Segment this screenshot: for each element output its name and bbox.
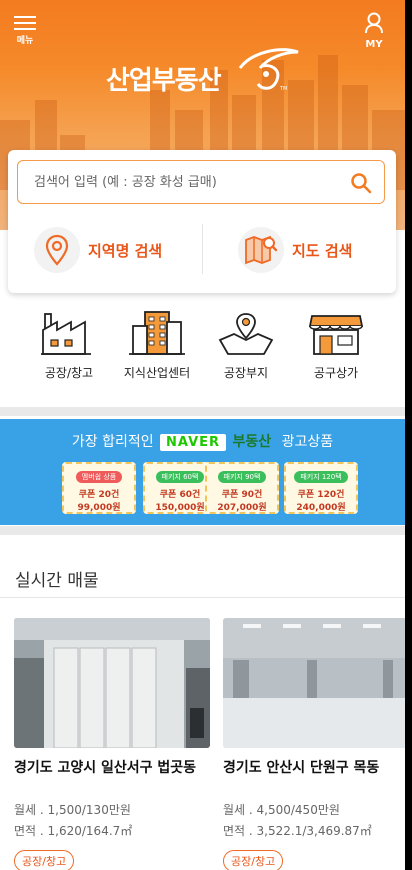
listing-category-chip: 공장/창고 [14,850,75,870]
coupon-card[interactable]: 멤버쉽 상품 쿠폰 20건 99,000원 [62,462,136,514]
coupon-count: 쿠폰 120건 [297,490,345,500]
coupon-tag: 패키지 60택 [155,471,205,483]
user-icon [365,12,383,34]
region-search-label: 지역명 검색 [88,241,163,260]
banner-headline: 가장 합리적인 NAVER 부동산 광고상품 [0,431,405,451]
search-box [17,160,385,204]
category-factory-land[interactable]: 공장부지 [196,310,296,381]
listing-area: 면적 . 3,522.1/3,469.87㎡ [223,824,372,838]
category-label: 공장부지 [223,366,269,380]
map-search-button[interactable]: 지도 검색 [238,224,352,276]
screen-edge [405,0,412,870]
region-search-button[interactable]: 지역명 검색 [34,224,162,276]
listing-rent: 월세 . 1,500/130만원 [14,803,131,817]
coupon-price: 240,000원 [296,503,346,513]
listing-category-chip: 공장/창고 [223,850,284,870]
search-icon[interactable] [350,172,372,194]
listing-title: 경기도 안산시 단원구 목동 [223,760,380,776]
divider [202,224,203,274]
category-label: 공구상가 [313,366,359,380]
search-card: 지역명 검색 지도 검색 [8,150,396,293]
naver-ad-banner[interactable]: 가장 합리적인 NAVER 부동산 광고상품 멤버쉽 상품 쿠폰 20건 99,… [0,419,405,525]
logo-text: 산업부동산 [106,66,222,96]
location-pin-icon [45,234,69,266]
menu-label: 메뉴 [16,36,34,46]
hamburger-icon [14,16,36,18]
listing-card[interactable]: 경기도 고양시 일산서구 법곳동 월세 . 1,500/130만원 면적 . 1… [14,618,210,870]
category-menu: 공장/창고 지식산업센터 공장부지 공구상가 [0,310,405,400]
logo-tm: TM [280,86,288,92]
listing-rent: 월세 . 4,500/450만원 [223,803,340,817]
category-factory-warehouse[interactable]: 공장/창고 [19,310,119,381]
category-tool-store[interactable]: 공구상가 [286,310,386,381]
category-label: 지식산업센터 [123,366,191,380]
coupon-tag: 패키지 90택 [217,471,267,483]
listing-card[interactable]: 경기도 안산시 단원구 목동 월세 . 4,500/450만원 면적 . 3,5… [223,618,412,870]
factory-icon [41,313,91,355]
my-page-button[interactable]: MY [361,12,387,50]
title-underline [0,597,405,598]
category-knowledge-industry-center[interactable]: 지식산업센터 [107,310,207,381]
coupon-card[interactable]: 패키지 90택 쿠폰 90건 207,000원 [205,462,279,514]
brand-logo[interactable]: 산업부동산 TM [106,46,306,98]
map-search-icon [245,235,278,265]
map-search-label: 지도 검색 [292,241,353,260]
section-divider [0,526,405,535]
section-divider [0,407,405,416]
coupon-count: 쿠폰 90건 [221,490,263,500]
my-label: MY [365,39,383,50]
store-icon [308,315,364,355]
land-map-icon [218,313,274,355]
banner-brand-sub: 부동산 [232,434,272,450]
building-icon [129,311,185,355]
coupon-price: 99,000원 [77,503,121,513]
menu-button[interactable]: 메뉴 [12,12,38,46]
listing-title: 경기도 고양시 일산서구 법곳동 [14,760,197,776]
logo-emblem-icon [238,48,299,90]
coupon-count: 쿠폰 20건 [78,490,120,500]
banner-suffix: 광고상품 [281,434,334,450]
listing-photo [223,618,412,748]
realtime-listings-title: 실시간 매물 [15,571,99,591]
listing-photo [14,618,210,748]
banner-prefix: 가장 합리적인 [71,434,154,450]
naver-logo: NAVER [160,434,227,451]
category-label: 공장/창고 [44,366,94,380]
coupon-tag: 패키지 120택 [294,471,348,483]
search-input[interactable] [34,171,334,193]
coupon-tag: 멤버쉽 상품 [75,471,123,483]
listing-area: 면적 . 1,620/164.7㎡ [14,824,133,838]
coupon-card[interactable]: 패키지 120택 쿠폰 120건 240,000원 [284,462,358,514]
coupon-price: 207,000원 [217,503,267,513]
